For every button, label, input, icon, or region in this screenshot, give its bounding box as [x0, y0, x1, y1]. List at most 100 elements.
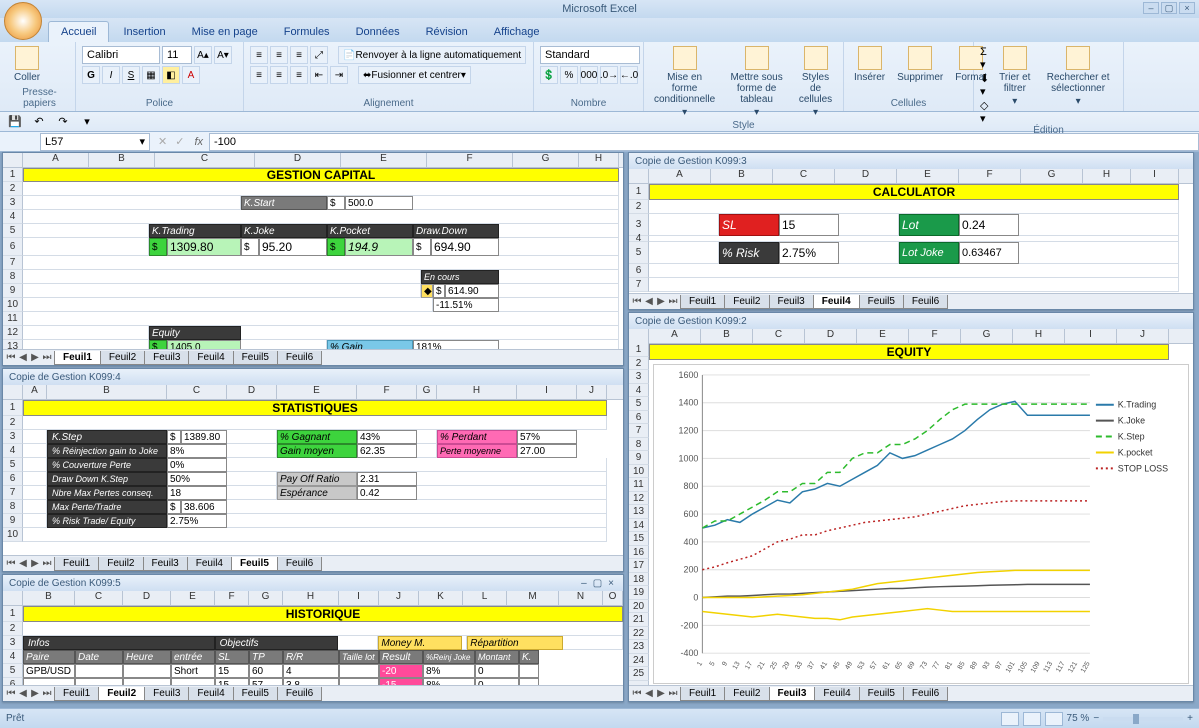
increase-indent-button[interactable]: ⇥ [330, 66, 348, 84]
col-header[interactable]: H [283, 591, 339, 605]
sheet-tab[interactable]: Feuil1 [54, 351, 101, 365]
sheet-tab[interactable]: Feuil4 [188, 687, 233, 701]
zoom-slider[interactable] [1103, 717, 1183, 721]
col-header[interactable]: D [123, 591, 171, 605]
col-header[interactable]: B [47, 385, 167, 399]
sheet-tab[interactable]: Feuil1 [54, 557, 99, 571]
col-header[interactable]: O [603, 591, 623, 605]
col-header[interactable]: C [753, 329, 805, 343]
sheet-tab[interactable]: Feuil5 [233, 687, 278, 701]
percent-button[interactable]: % [560, 66, 578, 84]
align-right-button[interactable]: ≡ [290, 66, 308, 84]
col-header[interactable]: A [649, 169, 711, 183]
sheet-tab[interactable]: Feuil6 [903, 295, 948, 309]
col-header[interactable]: G [513, 153, 579, 167]
accept-formula-icon[interactable]: ✓ [171, 135, 188, 148]
sheet-tab[interactable]: Feuil3 [143, 557, 188, 571]
select-all-corner[interactable] [3, 385, 23, 399]
sheet-tab[interactable]: Feuil6 [277, 557, 322, 571]
sheet-tab[interactable]: Feuil2 [98, 687, 145, 701]
equity-chart[interactable]: -400-20002004006008001000120014001600159… [653, 364, 1189, 684]
increase-font-button[interactable]: A▴ [194, 46, 212, 64]
font-color-button[interactable]: A [182, 66, 200, 84]
col-header[interactable]: I [339, 591, 379, 605]
col-header[interactable]: F [427, 153, 513, 167]
fill-color-button[interactable]: ◧ [162, 66, 180, 84]
col-header[interactable]: F [959, 169, 1021, 183]
page-break-view-button[interactable] [1045, 712, 1063, 726]
tab-nav-next[interactable]: ▶ [29, 352, 41, 363]
col-header[interactable]: B [23, 591, 75, 605]
sheet-tab[interactable]: Feuil2 [724, 295, 769, 309]
align-top-button[interactable]: ≡ [250, 46, 268, 64]
col-header[interactable]: D [805, 329, 857, 343]
tab-mise-en-page[interactable]: Mise en page [180, 22, 270, 42]
wb-maximize[interactable]: ▢ [590, 578, 605, 589]
autosum-button[interactable]: Σ ▾ [980, 46, 990, 71]
tab-accueil[interactable]: Accueil [48, 21, 109, 42]
cancel-formula-icon[interactable]: ✕ [154, 135, 171, 148]
insert-cells-button[interactable]: Insérer [850, 44, 889, 85]
wrap-text-button[interactable]: 📄 Renvoyer à la ligne automatiquement [338, 46, 526, 64]
col-header[interactable]: E [341, 153, 427, 167]
sheet-tab[interactable]: Feuil3 [769, 687, 816, 701]
col-header[interactable]: C [75, 591, 123, 605]
sheet-tab[interactable]: Feuil5 [859, 687, 904, 701]
col-header[interactable]: B [711, 169, 773, 183]
col-header[interactable]: H [1083, 169, 1131, 183]
sheet-tab[interactable]: Feuil4 [813, 295, 860, 309]
format-as-table-button[interactable]: Mettre sous forme de tableau▾ [723, 44, 790, 120]
redo-button[interactable]: ↷ [54, 114, 72, 130]
col-header[interactable]: E [171, 591, 215, 605]
wb-minimize[interactable]: – [578, 578, 590, 589]
sheet-tab[interactable]: Feuil1 [54, 687, 99, 701]
col-header[interactable]: E [277, 385, 357, 399]
tab-insertion[interactable]: Insertion [111, 22, 177, 42]
sheet-tab[interactable]: Feuil2 [100, 351, 145, 365]
undo-button[interactable]: ↶ [30, 114, 48, 130]
col-header[interactable]: J [379, 591, 419, 605]
decrease-indent-button[interactable]: ⇤ [310, 66, 328, 84]
page-layout-view-button[interactable] [1023, 712, 1041, 726]
col-header[interactable]: G [961, 329, 1013, 343]
select-all-corner[interactable] [3, 153, 23, 167]
tab-nav-first[interactable]: ⏮ [5, 352, 17, 363]
wb-close[interactable]: × [605, 578, 617, 589]
zoom-level[interactable]: 75 % [1067, 713, 1090, 724]
sheet-tab[interactable]: Feuil3 [769, 295, 814, 309]
tab-formules[interactable]: Formules [272, 22, 342, 42]
col-header[interactable]: I [517, 385, 577, 399]
tab-revision[interactable]: Révision [414, 22, 480, 42]
sheet-tab[interactable]: Feuil4 [814, 687, 859, 701]
kjoke-value[interactable]: 95.20 [259, 238, 327, 256]
clear-button[interactable]: ◇ ▾ [980, 99, 990, 125]
sheet-tab[interactable]: Feuil2 [724, 687, 769, 701]
italic-button[interactable]: I [102, 66, 120, 84]
cell-styles-button[interactable]: Styles de cellules▾ [794, 44, 837, 120]
close-button[interactable]: × [1179, 2, 1195, 14]
col-header[interactable]: I [1131, 169, 1179, 183]
col-header[interactable]: M [507, 591, 559, 605]
conditional-formatting-button[interactable]: Mise en forme conditionnelle▾ [650, 44, 719, 120]
font-name-combo[interactable]: Calibri [82, 46, 160, 64]
col-header[interactable]: A [23, 153, 89, 167]
col-header[interactable]: A [23, 385, 47, 399]
align-center-button[interactable]: ≡ [270, 66, 288, 84]
underline-button[interactable]: S [122, 66, 140, 84]
col-header[interactable]: C [773, 169, 835, 183]
decrease-decimal-button[interactable]: ←.0 [620, 66, 638, 84]
sl-value[interactable]: 15 [779, 214, 839, 236]
risk-value[interactable]: 2.75% [779, 242, 839, 264]
sheet-tab[interactable]: Feuil5 [859, 295, 904, 309]
sheet-tab[interactable]: Feuil2 [98, 557, 143, 571]
col-header[interactable]: F [215, 591, 249, 605]
maximize-button[interactable]: ▢ [1161, 2, 1177, 14]
orientation-button[interactable]: ⤢ [310, 46, 328, 64]
col-header[interactable]: C [167, 385, 227, 399]
col-header[interactable]: E [897, 169, 959, 183]
zoom-out-button[interactable]: − [1093, 713, 1099, 724]
col-header[interactable]: H [1013, 329, 1065, 343]
tab-donnees[interactable]: Données [344, 22, 412, 42]
fx-button[interactable]: fx [188, 136, 209, 148]
col-header[interactable]: J [1117, 329, 1169, 343]
